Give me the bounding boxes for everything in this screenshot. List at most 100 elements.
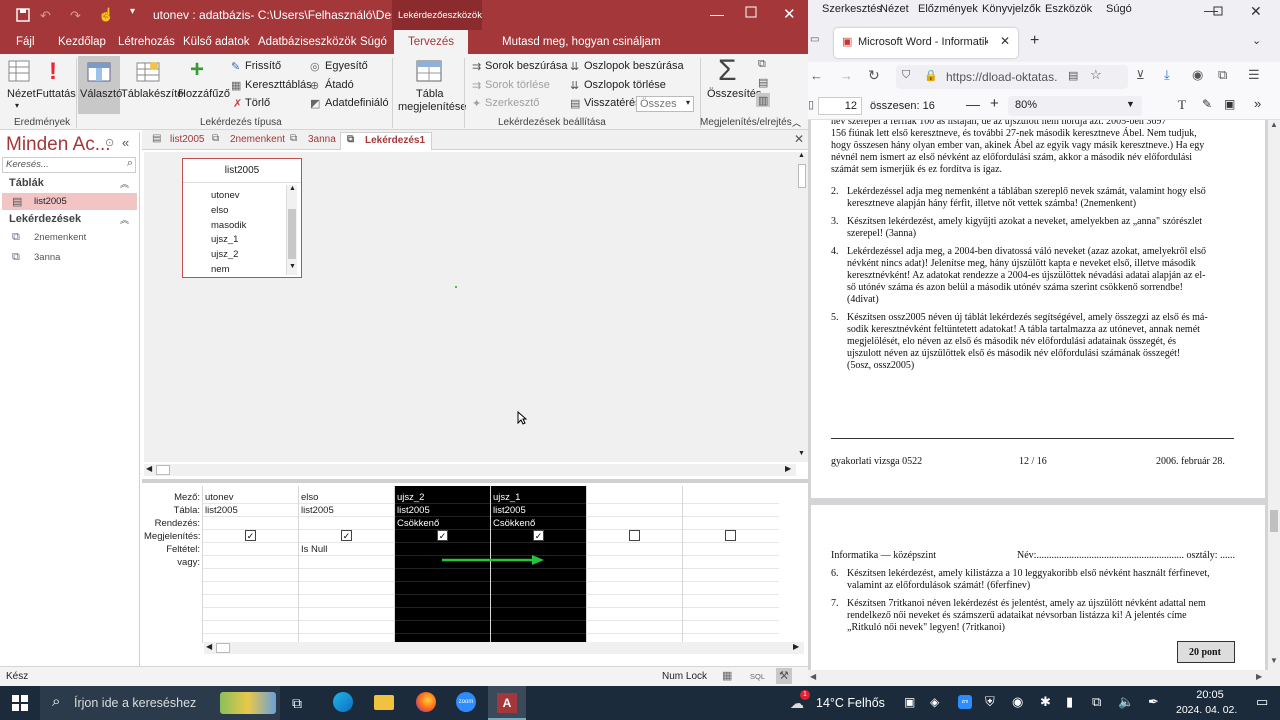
bookmark-star-icon[interactable]: ☆ [1090, 67, 1102, 83]
maximize-icon[interactable] [745, 6, 757, 18]
nav-search-input[interactable]: Keresés... ⌕ [2, 157, 136, 173]
chevron-down-icon[interactable]: ▼ [1126, 99, 1135, 109]
sum-icon[interactable]: Σ [718, 54, 737, 88]
chevron-down-icon[interactable]: ▾ [15, 101, 19, 110]
menu-item[interactable]: Szerkesztés [822, 3, 882, 15]
back-icon[interactable]: ← [810, 68, 823, 83]
forward-icon[interactable]: → [840, 68, 853, 83]
atado-button[interactable]: Átadó [325, 79, 354, 91]
delete-query-icon[interactable]: ✗ [233, 97, 242, 110]
volume-icon[interactable]: 🔈 [1118, 694, 1134, 710]
url-text[interactable]: https://dload-oktatas. [946, 70, 1057, 84]
grid-cell-field[interactable]: elso [301, 492, 318, 503]
show-checkbox[interactable]: ✓ [437, 530, 448, 541]
security-icon[interactable]: ⛨ [985, 694, 995, 710]
windows-start-icon[interactable] [12, 695, 28, 711]
pdf-sidebar-icon[interactable]: ▯ [808, 98, 814, 111]
field-item[interactable]: ujsz_2 [211, 249, 238, 260]
field-list-list2005[interactable]: list2005 utonev elso masodik ujsz_1 ujsz_2 ne… [182, 158, 302, 278]
doc-tab-lekerdezes1[interactable]: ⧉ Lekérdezés1 [340, 132, 433, 150]
grid-column[interactable] [586, 486, 683, 647]
table-names-icon[interactable]: ▥ [758, 94, 768, 107]
tab-kezdolap[interactable]: Kezdőlap [58, 36, 106, 48]
menu-item[interactable]: Eszközök [1045, 3, 1092, 15]
task-view-icon[interactable]: ⧉ [292, 695, 302, 712]
zoom-select[interactable]: 80% ▼ [1008, 96, 1142, 116]
doc-tab-list2005[interactable]: ▤ list2005 [146, 132, 210, 150]
collapse-ribbon-icon[interactable]: ︿ [792, 116, 801, 129]
search-highlight-image[interactable] [220, 692, 276, 714]
access-taskbar-button[interactable]: A [488, 686, 526, 720]
sorok-beszurasa-button[interactable]: Sorok beszúrása [485, 60, 568, 72]
torlo-button[interactable]: Törlő [245, 97, 270, 109]
tab-letrehozas[interactable]: Létrehozás [118, 36, 175, 48]
design-view-icon[interactable]: ⚒ [779, 669, 789, 682]
more-tools-icon[interactable]: » [1254, 96, 1261, 111]
oszlopok-beszurasa-button[interactable]: Oszlopok beszúrása [584, 60, 684, 72]
pdf-page-input[interactable]: 12 [818, 97, 862, 115]
extensions-icon[interactable]: ⧉ [1218, 67, 1227, 83]
union-icon[interactable]: ◎ [310, 60, 320, 73]
scroll-left-icon[interactable]: ◀ [146, 464, 152, 473]
scroll-up-icon[interactable]: ▲ [1270, 120, 1278, 129]
nav-group-lekerdezesek[interactable]: Lekérdezések [9, 213, 81, 225]
hozzafuzo-button[interactable]: Hozzáfűző [178, 88, 230, 100]
egyesito-button[interactable]: Egyesítő [325, 60, 368, 72]
tab-kulso-adatok[interactable]: Külső adatok [183, 36, 250, 48]
scroll-up-icon[interactable]: ▲ [798, 152, 805, 159]
pocket-icon[interactable]: ⊻ [1136, 68, 1145, 82]
close-icon[interactable]: ✕ [1250, 3, 1262, 20]
draw-tool-icon[interactable]: ✎ [1202, 97, 1212, 111]
oszlopok-torlese-button[interactable]: Oszlopok törlése [584, 79, 666, 91]
clock-time[interactable]: 20:05 [1190, 689, 1230, 701]
szerkeszto-button[interactable]: Szerkesztő [485, 97, 539, 109]
firefox-icon[interactable] [416, 692, 436, 712]
customize-toolbar-icon[interactable]: ▾ [130, 6, 135, 17]
show-checkbox[interactable] [725, 530, 736, 541]
nav-item-list2005[interactable]: ▤ list2005 [2, 193, 137, 210]
tab-fajl[interactable]: Fájl [16, 36, 35, 48]
grid-column[interactable]: elso list2005 ✓ Is Null [298, 486, 395, 647]
kereszttablas-button[interactable]: Kereszttáblás [245, 79, 312, 91]
scroll-right-icon[interactable]: ▶ [785, 464, 791, 473]
redo-icon[interactable]: ↷ [70, 8, 81, 24]
new-tab-icon[interactable]: + [1030, 32, 1039, 50]
data-definition-icon[interactable]: ◩ [310, 97, 320, 110]
crosstab-icon[interactable]: ▦ [231, 79, 241, 92]
taskbar-search[interactable]: ⌕ Írjon ide a kereséshez [40, 686, 280, 720]
pdf-hscrollbar[interactable]: ◀ ▶ [808, 670, 1268, 686]
upper-hscrollbar[interactable]: ◀ ▶ [144, 464, 796, 476]
futtatas-button[interactable]: Futtatás [36, 88, 76, 100]
chevron-up-icon[interactable]: ︽ [120, 213, 129, 226]
tablakeszito-button[interactable]: Táblakészítő [121, 88, 183, 100]
parameters-icon[interactable]: ⧉ [758, 58, 766, 71]
show-checkbox[interactable] [629, 530, 640, 541]
nezet-button[interactable]: Nézet [7, 88, 36, 100]
close-document-icon[interactable]: ✕ [794, 132, 804, 146]
delete-columns-icon[interactable]: ⇊ [570, 79, 579, 92]
network-icon[interactable]: ◉ [1012, 694, 1023, 710]
grid-cell-field[interactable]: ujsz_2 [397, 492, 424, 503]
doc-tab-3anna[interactable]: ⧉ 3anna [284, 132, 342, 150]
field-list-title[interactable]: list2005 [183, 159, 301, 183]
frissito-button[interactable]: Frissítő [245, 60, 281, 72]
download-icon[interactable]: ⤓ [1164, 67, 1170, 83]
scroll-right-icon[interactable]: ▶ [1256, 672, 1262, 681]
menu-item[interactable]: Könyvjelzők [982, 3, 1041, 15]
field-item[interactable]: utonev [211, 190, 240, 201]
pdf-vscrollbar[interactable]: ▲ ▼ [1268, 120, 1280, 686]
show-checkbox[interactable]: ✓ [245, 530, 256, 541]
text-tool-icon[interactable]: T [1178, 97, 1186, 113]
browser-tab-active[interactable]: ▣ Microsoft Word - Informatika_k ✕ [834, 28, 1018, 58]
close-tab-icon[interactable]: ✕ [1000, 34, 1010, 48]
scroll-up-icon[interactable]: ▲ [289, 185, 296, 192]
make-table-icon[interactable] [136, 60, 160, 84]
file-explorer-icon[interactable] [374, 695, 394, 710]
tab-adatbaziseszkozok[interactable]: Adatbáziseszközök [258, 36, 356, 48]
zoom-tray-icon[interactable]: zm [958, 695, 972, 709]
field-item[interactable]: nem [211, 264, 229, 275]
pass-through-icon[interactable]: ⊕ [310, 79, 319, 92]
save-icon[interactable] [16, 8, 30, 22]
reader-view-icon[interactable]: ▤ [1068, 69, 1078, 82]
nav-item-2nemenkent[interactable]: ⧉ 2nemenkent [2, 229, 137, 246]
